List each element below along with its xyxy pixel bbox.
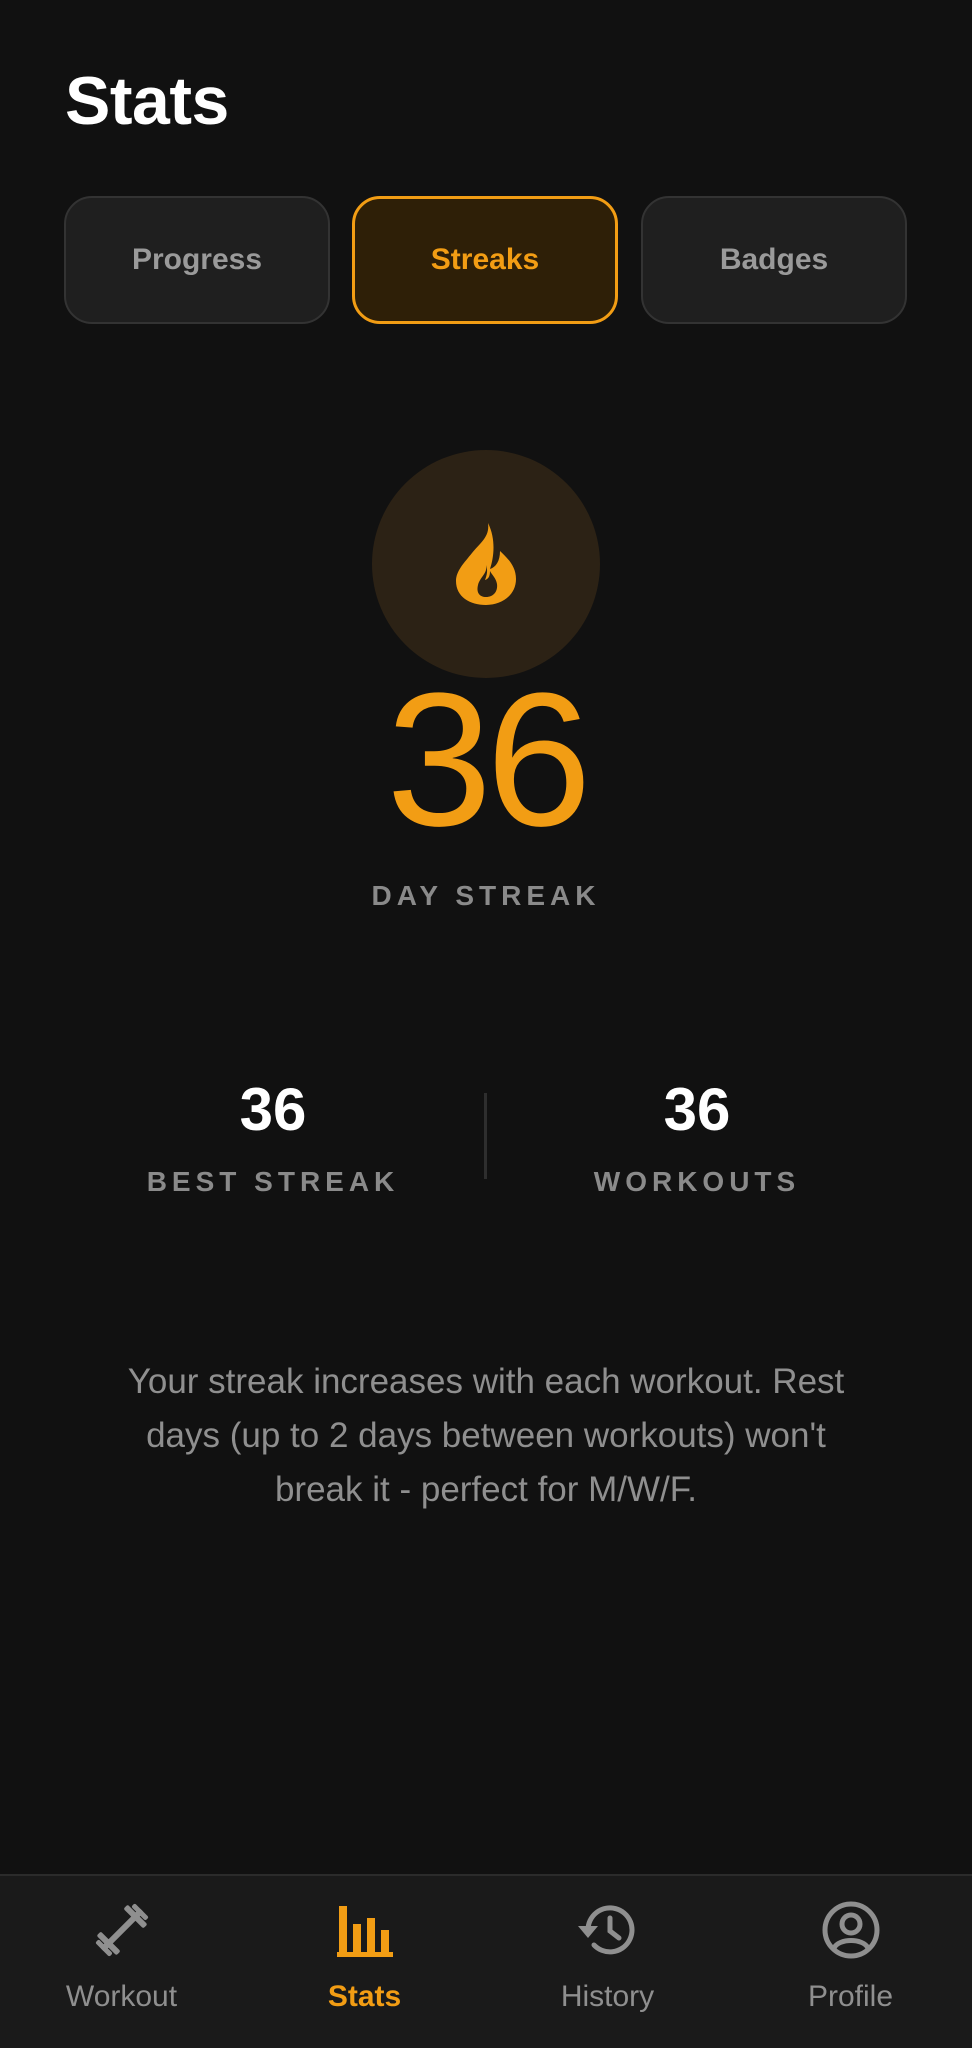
nav-profile-label: Profile bbox=[807, 1980, 894, 2013]
best-streak-value: 36 bbox=[239, 1076, 307, 1143]
stats-divider bbox=[484, 1093, 487, 1179]
best-streak-label: BEST STREAK bbox=[146, 1166, 400, 1197]
tab-badges[interactable]: Badges bbox=[641, 196, 907, 324]
workouts-value: 36 bbox=[663, 1076, 731, 1143]
current-streak-value: 36 bbox=[386, 654, 591, 866]
tab-progress[interactable]: Progress bbox=[64, 196, 330, 324]
nav-history-label: History bbox=[560, 1980, 655, 2013]
tab-streaks[interactable]: Streaks bbox=[352, 196, 618, 324]
stats-tabs: Progress Streaks Badges bbox=[64, 196, 907, 324]
streak-info-text: Your streak increases with each workout.… bbox=[127, 1362, 845, 1509]
history-icon bbox=[577, 1905, 634, 1955]
workouts-label: WORKOUTS bbox=[593, 1166, 801, 1197]
flame-badge bbox=[372, 450, 600, 678]
nav-profile[interactable]: Profile bbox=[729, 1876, 972, 2048]
bar-chart-icon bbox=[336, 1906, 393, 1957]
bottom-nav: Workout Stats History Profile bbox=[0, 1874, 972, 2048]
flame-icon bbox=[456, 523, 516, 605]
nav-history[interactable]: History bbox=[486, 1876, 729, 2048]
nav-stats-label: Stats bbox=[327, 1980, 402, 2013]
stats-screen: Stats Progress Streaks Badges 36 DAY STR… bbox=[0, 0, 972, 2048]
best-streak-stat: 36 BEST STREAK bbox=[93, 1080, 453, 1198]
page-title: Stats bbox=[65, 63, 229, 139]
profile-icon bbox=[822, 1901, 879, 1959]
workouts-stat: 36 WORKOUTS bbox=[517, 1080, 877, 1198]
nav-workout-label: Workout bbox=[65, 1980, 178, 2013]
dumbbell-icon bbox=[95, 1903, 148, 1957]
current-streak-label: DAY STREAK bbox=[371, 880, 601, 911]
nav-stats[interactable]: Stats bbox=[243, 1876, 486, 2048]
nav-workout[interactable]: Workout bbox=[0, 1876, 243, 2048]
